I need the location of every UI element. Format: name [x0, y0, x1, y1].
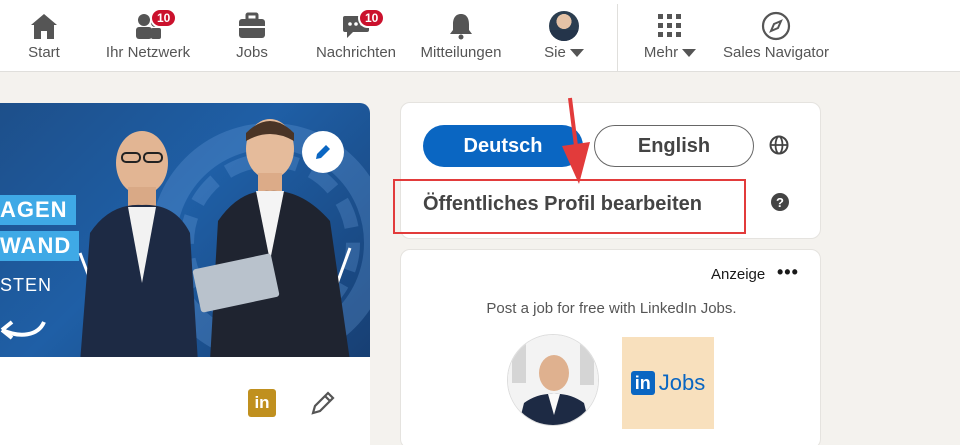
annotation-arrow-icon — [562, 97, 590, 184]
profile-banner[interactable]: AGEN WAND STEN — [0, 103, 370, 357]
ad-card: Anzeige ••• Post a job for free with Lin… — [400, 249, 821, 445]
pencil-icon — [316, 145, 330, 159]
network-icon: 10 — [128, 8, 178, 42]
nav-me[interactable]: Sie — [540, 0, 588, 72]
nav-more[interactable]: Mehr — [640, 0, 700, 72]
more-options-icon[interactable]: ••• — [777, 262, 799, 283]
banner-tag: AGEN — [0, 195, 76, 225]
messages-badge: 10 — [358, 8, 386, 28]
messages-icon: 10 — [336, 8, 386, 42]
nav-home[interactable]: Start — [16, 0, 72, 72]
nav-messages[interactable]: 10 Nachrichten — [312, 0, 400, 72]
network-badge: 10 — [150, 8, 178, 28]
language-english-button[interactable]: English — [594, 125, 754, 167]
edit-profile-pencil-icon[interactable] — [308, 388, 338, 418]
avatar[interactable] — [507, 334, 599, 426]
bell-icon — [441, 10, 481, 42]
nav-sales-navigator[interactable]: Sales Navigator — [720, 0, 832, 72]
globe-icon[interactable] — [769, 135, 789, 155]
linkedin-badge-icon[interactable]: in — [248, 389, 276, 417]
home-icon — [24, 10, 64, 42]
grid-icon — [650, 10, 690, 42]
curved-arrow-icon — [0, 320, 46, 340]
briefcase-icon — [232, 10, 272, 42]
banner-text: STEN — [0, 275, 53, 295]
nav-divider — [617, 4, 618, 72]
nav-network[interactable]: 10 Ihr Netzwerk — [100, 0, 196, 72]
person-photo — [80, 131, 198, 357]
help-icon[interactable]: ? — [771, 193, 789, 211]
ad-text: Post a job for free with LinkedIn Jobs. — [486, 300, 737, 317]
nav-notifications[interactable]: Mitteilungen — [414, 0, 508, 72]
compass-icon — [756, 10, 796, 42]
avatar — [549, 11, 579, 41]
nav-jobs[interactable]: Jobs — [226, 0, 278, 72]
top-navigation: Start 10 Ihr Netzwerk Jobs 10 Nachrichte… — [0, 0, 960, 72]
annotation-highlight-box — [393, 179, 746, 234]
edit-banner-button[interactable] — [302, 131, 344, 173]
chevron-down-icon — [682, 48, 697, 57]
linkedin-jobs-logo[interactable]: in Jobs — [622, 337, 714, 429]
chevron-down-icon — [569, 48, 584, 57]
ad-label: Anzeige — [711, 266, 766, 283]
